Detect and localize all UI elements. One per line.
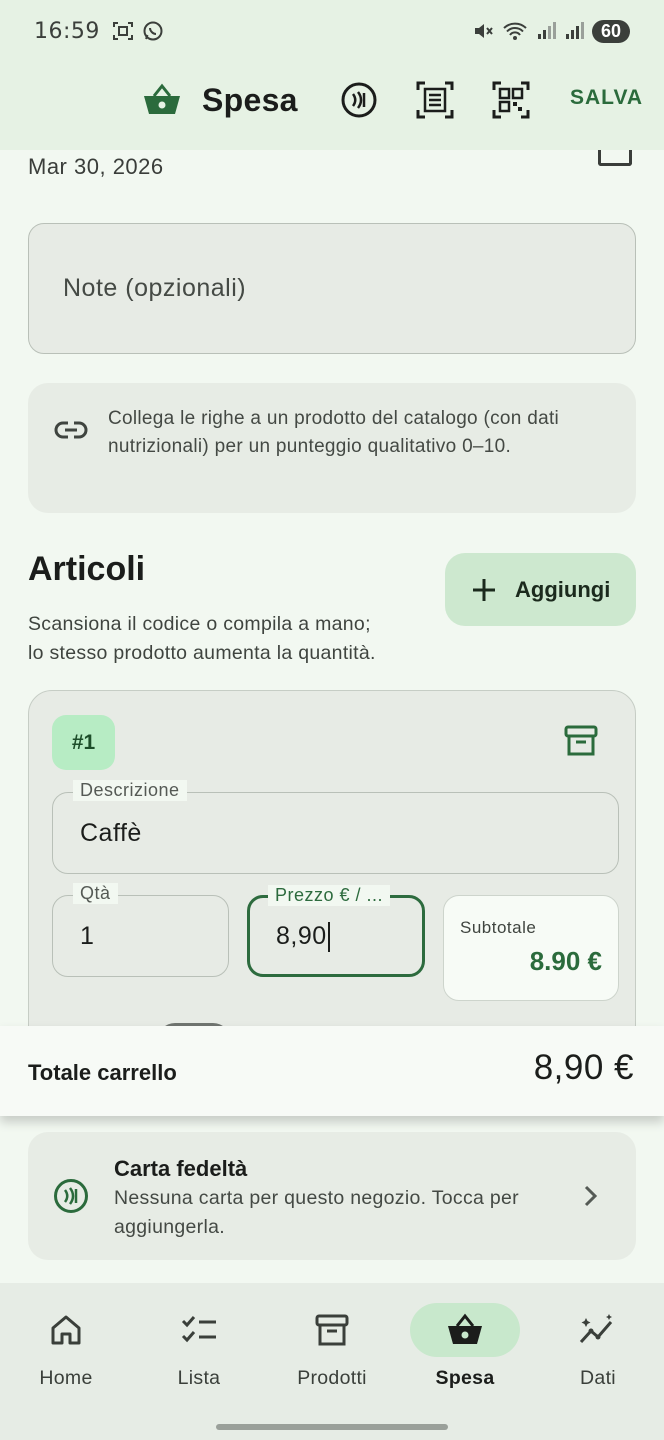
page-title: Spesa — [202, 81, 298, 118]
screenshot-icon — [112, 22, 133, 40]
checklist-icon — [181, 1316, 216, 1343]
nav-item-lista[interactable]: Lista — [144, 1303, 254, 1403]
price-label: Prezzo € / ... — [268, 885, 391, 906]
loyalty-card[interactable]: Carta fedeltà Nessuna carta per questo n… — [28, 1132, 636, 1260]
subtotal-box: Subtotale 8.90 € — [443, 895, 619, 1001]
mute-icon — [475, 24, 493, 38]
date-value[interactable]: Mar 30, 2026 — [28, 154, 164, 180]
loyalty-title: Carta fedeltà — [114, 1156, 248, 1181]
subtotal-label: Subtotale — [460, 918, 537, 937]
description-field[interactable]: Descrizione Caffè — [52, 780, 619, 874]
cart-total-label: Totale carrello — [28, 1060, 177, 1085]
qr-scan-button[interactable] — [491, 80, 531, 120]
basket-icon — [144, 83, 180, 114]
basket-icon — [448, 1313, 482, 1344]
quantity-value: 1 — [80, 922, 95, 950]
insights-icon — [579, 1314, 613, 1344]
description-value: Caffè — [80, 819, 142, 847]
signal-icon — [566, 22, 584, 39]
home-icon — [51, 1315, 81, 1345]
receipt-scan-icon — [416, 81, 454, 119]
subtotal-value: 8.90 € — [529, 946, 602, 976]
wifi-icon — [503, 22, 527, 40]
info-card: Collega le righe a un prodotto del catal… — [28, 383, 636, 513]
text-cursor — [327, 922, 330, 953]
archive-icon — [564, 725, 598, 756]
cart-total-bar: Totale carrello 8,90 € — [0, 1026, 664, 1116]
quantity-field[interactable]: Qtà 1 — [52, 883, 229, 977]
save-button[interactable]: SALVA — [570, 86, 643, 110]
loyalty-subtitle: Nessuna carta per questo negozio. Tocca … — [114, 1187, 519, 1238]
nfc-card-button[interactable] — [339, 80, 379, 120]
nav-label: Dati — [580, 1367, 616, 1389]
add-item-button[interactable]: Aggiungi — [445, 553, 636, 626]
status-time: 16:59 — [34, 18, 100, 44]
battery-indicator: 60 — [592, 19, 630, 43]
chevron-right-icon — [584, 1185, 598, 1207]
notes-field[interactable]: Note (opzionali) — [28, 223, 636, 354]
articles-subtitle: Scansiona il codice o compila a mano; lo… — [28, 610, 376, 668]
item-number-badge: #1 — [52, 715, 115, 770]
nav-item-dati[interactable]: Dati — [543, 1303, 653, 1403]
status-bar: 16:59 60 — [0, 0, 664, 62]
cart-total-value: 8,90 € — [533, 1048, 634, 1087]
gesture-bar[interactable] — [216, 1424, 448, 1430]
whatsapp-icon — [143, 21, 163, 41]
info-text: Collega le righe a un prodotto del catal… — [108, 408, 560, 457]
content-scroll-area[interactable]: Mar 30, 2026 Note (opzionali) Collega le… — [0, 150, 664, 1283]
nfc-card-icon — [54, 1179, 88, 1213]
app-title-group: Spesa — [142, 80, 298, 120]
nav-label: Spesa — [435, 1367, 495, 1389]
price-value: 8,90 — [276, 922, 327, 950]
nav-label: Home — [39, 1367, 93, 1389]
articles-subtitle-line: lo stesso prodotto aumenta la quantità. — [28, 642, 376, 664]
receipt-scan-button[interactable] — [415, 80, 455, 120]
archive-item-button[interactable] — [563, 723, 599, 759]
nav-item-home[interactable]: Home — [11, 1303, 121, 1403]
signal-icon — [538, 22, 556, 39]
description-label: Descrizione — [73, 780, 187, 801]
articles-subtitle-line: Scansiona il codice o compila a mano; — [28, 613, 371, 635]
nav-item-prodotti[interactable]: Prodotti — [277, 1303, 387, 1403]
add-item-label: Aggiungi — [515, 576, 611, 602]
qr-scan-icon — [492, 81, 530, 119]
nfc-card-icon — [341, 82, 377, 118]
nav-item-spesa[interactable]: Spesa — [410, 1303, 520, 1403]
plus-icon — [473, 578, 495, 601]
bottom-nav: Home Lista Prodotti Spesa Dati — [0, 1283, 664, 1440]
articles-title: Articoli — [28, 550, 146, 588]
calendar-icon[interactable] — [598, 150, 632, 166]
nav-label: Prodotti — [297, 1367, 367, 1389]
archive-icon — [315, 1314, 349, 1346]
notes-placeholder: Note (opzionali) — [63, 274, 247, 302]
app-bar: Spesa SALVA — [0, 62, 664, 150]
price-field[interactable]: Prezzo € / ... 8,90 — [247, 885, 425, 977]
quantity-label: Qtà — [73, 883, 118, 904]
nav-label: Lista — [177, 1367, 221, 1389]
link-icon — [54, 421, 88, 439]
